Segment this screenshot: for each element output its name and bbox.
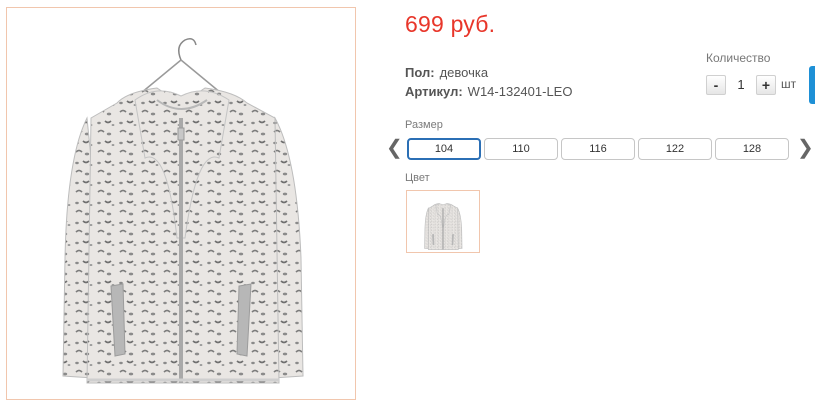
size-option-122[interactable]: 122 [638, 138, 712, 160]
quantity-unit: шт [781, 77, 797, 91]
chevron-left-icon[interactable]: ❮ [386, 138, 403, 158]
size-option-104[interactable]: 104 [407, 138, 481, 160]
gender-row: Пол: девочка [405, 65, 488, 80]
size-option-110[interactable]: 110 [484, 138, 558, 160]
product-image[interactable] [6, 7, 356, 400]
size-option-116[interactable]: 116 [561, 138, 635, 160]
color-swatch-leopard[interactable] [406, 190, 480, 253]
sku-label: Артикул: [405, 84, 463, 99]
gender-value: девочка [439, 65, 489, 80]
jacket-illustration [62, 38, 304, 384]
sku-value: W14-132401-LEO [467, 84, 573, 99]
product-price: 699 руб. [405, 11, 496, 37]
quantity-input[interactable]: 1 [727, 75, 755, 95]
sku-row: Артикул: W14-132401-LEO [405, 84, 572, 99]
gender-label: Пол: [405, 65, 435, 80]
add-to-cart-button[interactable] [809, 66, 815, 104]
quantity-decrease-button[interactable]: - [706, 75, 726, 95]
size-option-128[interactable]: 128 [715, 138, 789, 160]
quantity-increase-button[interactable]: + [756, 75, 776, 95]
color-label: Цвет [405, 172, 430, 184]
size-label: Размер [405, 119, 443, 131]
swatch-thumbnail [424, 203, 463, 250]
chevron-right-icon[interactable]: ❯ [797, 138, 814, 158]
quantity-label: Количество [706, 51, 771, 65]
